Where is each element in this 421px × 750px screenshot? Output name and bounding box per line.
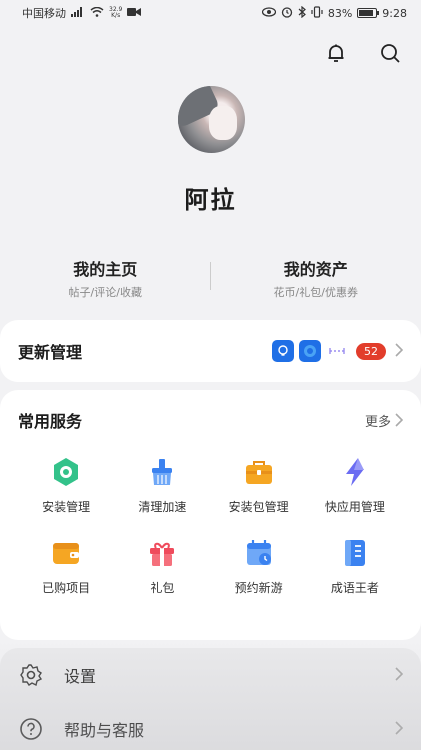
profile-links: 我的主页 帖子/评论/收藏 我的资产 花币/礼包/优惠券 (0, 256, 421, 300)
help-icon (18, 716, 44, 742)
more-label: 更多 (364, 414, 391, 430)
help-service-label: 帮助与客服 (64, 721, 145, 740)
install-manage-icon (48, 454, 84, 490)
app-link-icon (326, 340, 348, 362)
speed-unit: K/s (111, 12, 121, 19)
settings-label: 设置 (64, 667, 97, 686)
common-services-card: 常用服务 更多 安装管理 清理加速 安装包管理 快应用管理 已购项目 礼包 预约… (0, 390, 421, 640)
my-homepage-link[interactable]: 我的主页 帖子/评论/收藏 (0, 256, 211, 300)
my-homepage-title: 我的主页 (73, 260, 138, 279)
top-actions (323, 40, 403, 66)
settings-list: 设置 帮助与客服 (0, 648, 421, 750)
update-management-title: 更新管理 (18, 343, 83, 362)
update-count-badge: 52 (356, 342, 386, 360)
bluetooth-icon (298, 5, 306, 21)
package-manage-icon (241, 454, 277, 490)
service-label: 快应用管理 (324, 500, 385, 514)
chevron-right-icon (395, 666, 404, 685)
settings-row[interactable]: 设置 (0, 648, 421, 702)
services-title: 常用服务 (18, 412, 83, 431)
gift-icon (144, 535, 180, 571)
chevron-right-icon (395, 413, 403, 427)
more-button[interactable]: 更多 (365, 411, 403, 430)
my-homepage-subtitle: 帖子/评论/收藏 (68, 286, 142, 299)
divider (210, 262, 211, 290)
service-label: 已购项目 (42, 581, 91, 595)
gear-icon (18, 662, 44, 688)
my-assets-subtitle: 花币/礼包/优惠券 (273, 286, 358, 299)
update-management-row[interactable]: 更新管理 52 (0, 320, 421, 382)
search-icon[interactable] (377, 40, 403, 66)
avatar[interactable] (178, 86, 245, 153)
my-assets-link[interactable]: 我的资产 花币/礼包/优惠券 (211, 256, 421, 300)
my-assets-title: 我的资产 (283, 260, 348, 279)
reserve-game-icon (241, 535, 277, 571)
service-label: 安装包管理 (228, 500, 289, 514)
service-idiom-game[interactable]: 成语王者 (297, 535, 413, 596)
service-quick-app[interactable]: 快应用管理 (297, 454, 413, 515)
vibrate-icon (311, 5, 323, 21)
chevron-right-icon (395, 342, 404, 361)
app-circle-icon (299, 340, 321, 362)
purchased-icon (48, 535, 84, 571)
services-header: 常用服务 更多 (18, 408, 403, 432)
update-app-icons: 52 (272, 340, 404, 362)
signal-icon (71, 6, 85, 20)
clean-speedup-icon (144, 454, 180, 490)
battery-icon (357, 8, 380, 18)
service-label: 预约新游 (234, 581, 283, 595)
video-icon (127, 7, 142, 20)
notification-bell-icon[interactable] (323, 40, 349, 66)
app-bulb-icon (272, 340, 294, 362)
carrier-label: 中国移动 (22, 7, 66, 20)
wifi-icon (90, 6, 104, 20)
network-speed: 32.9 K/s (109, 7, 122, 19)
alarm-icon (281, 6, 293, 21)
quick-app-icon (337, 454, 373, 490)
service-label: 清理加速 (138, 500, 187, 514)
clock: 9:28 (382, 6, 407, 20)
eye-icon (261, 6, 276, 20)
service-label: 成语王者 (330, 581, 379, 595)
idiom-game-icon (337, 535, 373, 571)
status-bar: 中国移动 32.9 K/s 83% 9:28 (0, 0, 421, 26)
chevron-right-icon (395, 720, 404, 739)
service-label: 安装管理 (42, 500, 91, 514)
service-label: 礼包 (150, 581, 175, 595)
help-service-row[interactable]: 帮助与客服 (0, 702, 421, 750)
services-grid: 安装管理 清理加速 安装包管理 快应用管理 已购项目 礼包 预约新游 成语王者 (18, 454, 403, 596)
battery-percent: 83% (327, 6, 353, 20)
username[interactable]: 阿拉 (0, 180, 421, 215)
